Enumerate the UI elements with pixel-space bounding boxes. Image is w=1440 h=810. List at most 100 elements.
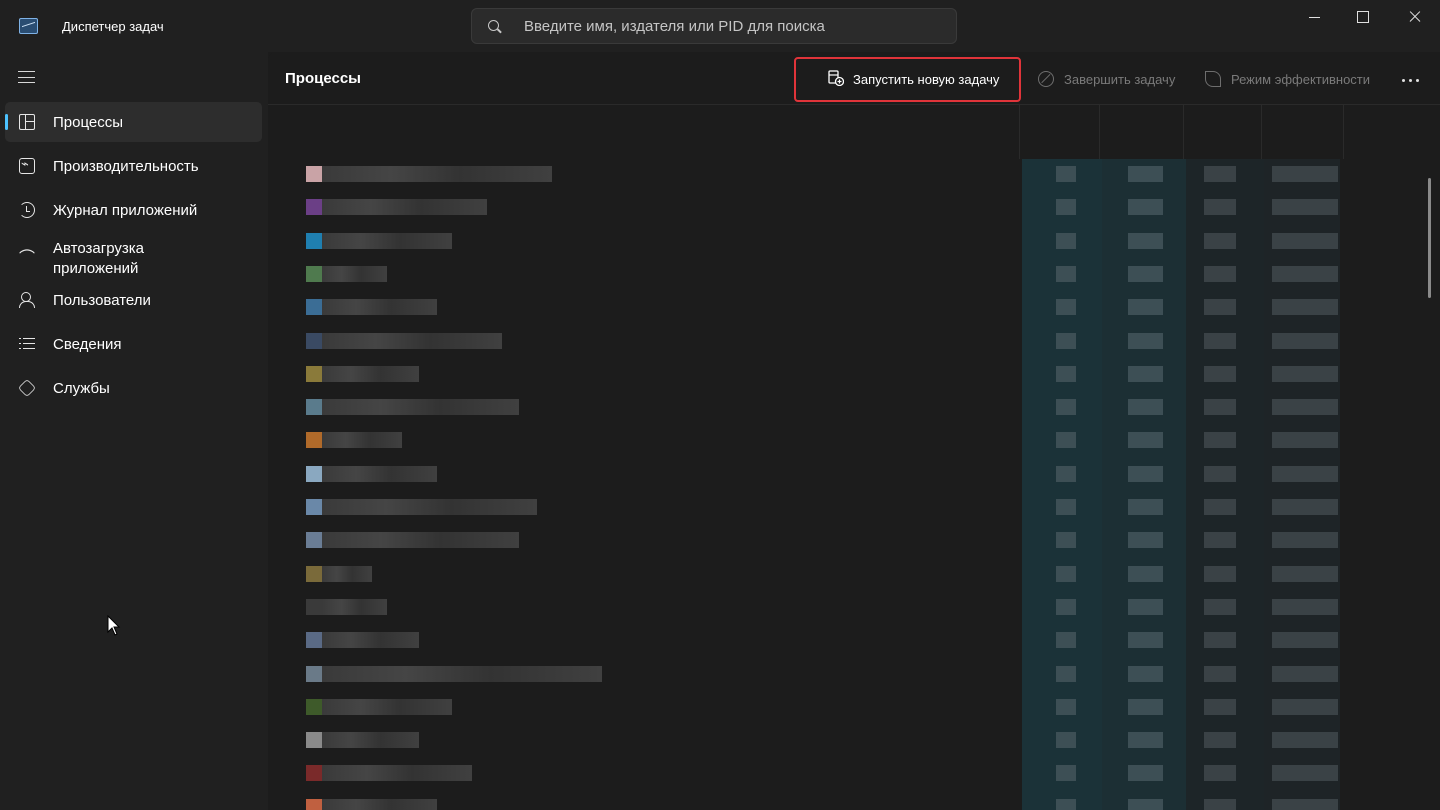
column-header[interactable] xyxy=(1184,105,1262,159)
more-options-button[interactable] xyxy=(1394,58,1428,102)
resource-value xyxy=(1272,432,1338,449)
resource-value xyxy=(1056,365,1076,382)
process-name xyxy=(322,432,402,449)
resource-value xyxy=(1272,732,1338,749)
search-box[interactable] xyxy=(471,8,957,44)
resource-value xyxy=(1272,499,1338,515)
resource-value xyxy=(1128,232,1163,249)
resource-value xyxy=(1128,299,1163,316)
end-task-label: Завершить задачу xyxy=(1064,72,1176,87)
table-row[interactable] xyxy=(268,332,1358,366)
close-button[interactable] xyxy=(1389,0,1439,34)
search-icon xyxy=(488,20,499,31)
resource-value xyxy=(1056,632,1076,649)
process-icon xyxy=(306,798,322,810)
resource-value xyxy=(1128,798,1163,810)
process-icon xyxy=(306,565,322,582)
column-header[interactable] xyxy=(1020,105,1100,159)
table-row[interactable] xyxy=(268,698,1358,732)
table-row[interactable] xyxy=(268,499,1358,532)
mouse-cursor-icon xyxy=(107,615,121,636)
process-icon xyxy=(306,399,322,416)
process-icon xyxy=(306,665,322,682)
column-header[interactable] xyxy=(1262,105,1344,159)
resource-value xyxy=(1056,732,1076,749)
sidebar-item-startup-apps[interactable]: Автозагрузка приложений xyxy=(5,236,262,280)
process-name xyxy=(322,399,519,416)
process-name xyxy=(322,365,419,382)
resource-value xyxy=(1272,332,1338,349)
resource-value xyxy=(1128,665,1163,682)
table-row[interactable] xyxy=(268,365,1358,399)
resource-value xyxy=(1128,565,1163,582)
resource-value xyxy=(1272,465,1338,482)
run-new-task-button[interactable]: Запустить новую задачу xyxy=(794,57,1021,102)
table-row[interactable] xyxy=(268,632,1358,665)
hamburger-menu-icon[interactable] xyxy=(18,71,35,84)
resource-value xyxy=(1056,798,1076,810)
minimize-button[interactable] xyxy=(1290,0,1340,34)
sidebar-item-processes[interactable]: Процессы xyxy=(5,102,262,142)
table-row[interactable] xyxy=(268,798,1358,810)
resource-value xyxy=(1128,698,1163,715)
resource-value xyxy=(1272,532,1338,549)
table-row[interactable] xyxy=(268,598,1358,632)
table-row[interactable] xyxy=(268,232,1358,266)
sidebar-item-services[interactable]: Службы xyxy=(5,368,262,408)
sidebar-item-users[interactable]: Пользователи xyxy=(5,280,262,320)
resource-value xyxy=(1272,166,1338,182)
resource-value xyxy=(1272,632,1338,649)
sidebar: Процессы Производительность Журнал прило… xyxy=(0,52,268,810)
end-task-icon xyxy=(1038,71,1054,87)
resource-value xyxy=(1272,798,1338,810)
table-row[interactable] xyxy=(268,665,1358,699)
resource-value xyxy=(1272,199,1338,216)
title-bar: Диспетчер задач xyxy=(0,0,1440,52)
resource-value xyxy=(1272,598,1338,615)
process-icon xyxy=(306,632,322,649)
resource-value xyxy=(1204,532,1236,549)
table-row[interactable] xyxy=(268,166,1358,199)
run-new-task-label: Запустить новую задачу xyxy=(853,72,1000,87)
resource-value xyxy=(1056,532,1076,549)
resource-value xyxy=(1056,499,1076,515)
table-row[interactable] xyxy=(268,565,1358,599)
vertical-scrollbar[interactable] xyxy=(1428,178,1431,298)
resource-value xyxy=(1272,665,1338,682)
end-task-button[interactable]: Завершить задачу xyxy=(1034,58,1184,102)
table-row[interactable] xyxy=(268,432,1358,465)
table-row[interactable] xyxy=(268,199,1358,232)
process-name xyxy=(322,565,372,582)
sidebar-item-details[interactable]: Сведения xyxy=(5,324,262,364)
efficiency-mode-button[interactable]: Режим эффективности xyxy=(1202,58,1382,102)
column-header[interactable] xyxy=(1100,105,1184,159)
sidebar-item-app-history[interactable]: Журнал приложений xyxy=(5,190,262,230)
resource-value xyxy=(1204,732,1236,749)
resource-value xyxy=(1128,465,1163,482)
resource-value xyxy=(1056,399,1076,416)
leaf-icon xyxy=(1205,71,1221,87)
process-name xyxy=(322,265,387,282)
search-input[interactable] xyxy=(524,9,944,43)
table-row[interactable] xyxy=(268,399,1358,432)
table-row[interactable] xyxy=(268,732,1358,765)
column-header[interactable] xyxy=(888,105,1020,159)
table-row[interactable] xyxy=(268,265,1358,299)
resource-value xyxy=(1272,365,1338,382)
maximize-button[interactable] xyxy=(1338,0,1388,34)
table-row[interactable] xyxy=(268,299,1358,332)
resource-value xyxy=(1204,798,1236,810)
table-row[interactable] xyxy=(268,765,1358,798)
process-icon xyxy=(306,365,322,382)
resource-value xyxy=(1128,199,1163,216)
process-name xyxy=(322,532,519,549)
process-name xyxy=(322,732,419,749)
resource-value xyxy=(1056,332,1076,349)
table-row[interactable] xyxy=(268,532,1358,565)
table-row[interactable] xyxy=(268,465,1358,499)
startup-apps-icon xyxy=(19,244,35,268)
process-name xyxy=(322,598,387,615)
resource-value xyxy=(1056,232,1076,249)
resource-value xyxy=(1056,265,1076,282)
sidebar-item-performance[interactable]: Производительность xyxy=(5,146,262,186)
